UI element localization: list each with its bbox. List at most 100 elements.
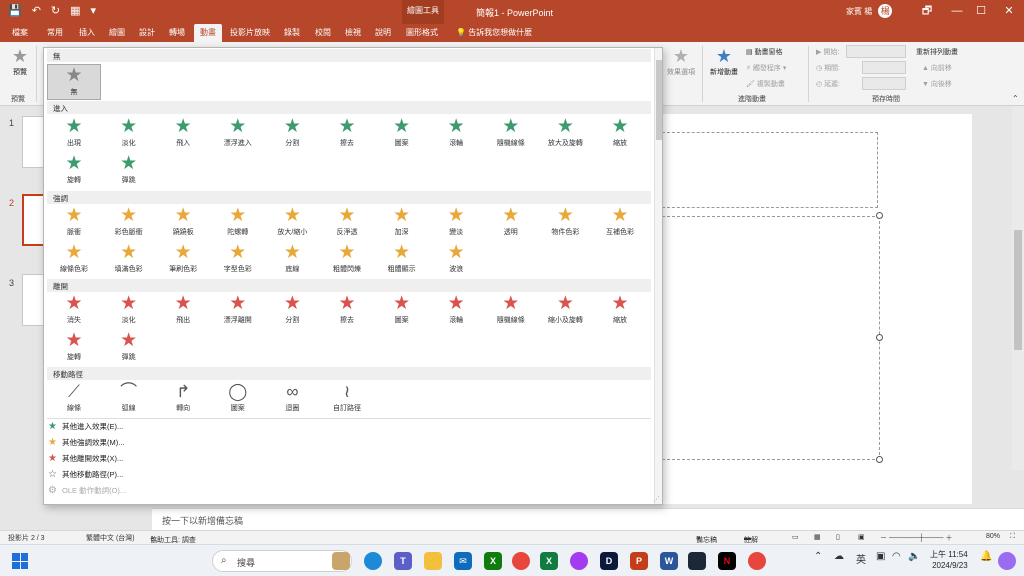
- tab-review[interactable]: 校閱: [310, 24, 336, 42]
- animation-option-emphasis[interactable]: ★ 變淡: [429, 205, 483, 243]
- animation-option-emphasis[interactable]: ★ 脈衝: [47, 205, 101, 243]
- taskbar-search[interactable]: ⌕ 搜尋: [212, 550, 352, 572]
- tab-design[interactable]: 設計: [134, 24, 160, 42]
- tab-help[interactable]: 說明: [370, 24, 396, 42]
- maximize-button[interactable]: ☐: [966, 0, 996, 24]
- undo-icon[interactable]: ↶: [32, 4, 41, 17]
- animation-option-entrance[interactable]: ★ 彈跳: [102, 153, 156, 191]
- taskbar-app-icon[interactable]: ▣: [876, 551, 885, 562]
- animation-painter-button[interactable]: 🖌 複製動畫: [746, 79, 785, 89]
- animation-option-exit[interactable]: ★ 淡化: [102, 293, 156, 331]
- preview-button[interactable]: ★ 預覽: [8, 46, 32, 77]
- move-earlier-button[interactable]: ▲ 向前移: [922, 63, 952, 73]
- account-area[interactable]: 家賓 楊 楊: [846, 4, 893, 18]
- animation-pane-button[interactable]: ▤ 動畫窗格: [746, 47, 783, 57]
- more-entrance-effects[interactable]: ★ 其他進入效果(E)...: [48, 421, 123, 435]
- tab-file[interactable]: 檔案: [6, 24, 34, 42]
- animation-option-path[interactable]: ⌒ 弧線: [102, 381, 156, 419]
- edge-icon[interactable]: [364, 552, 382, 570]
- gallery-scrollbar[interactable]: [654, 48, 662, 504]
- animation-option-path[interactable]: ⟋ 線條: [47, 381, 101, 419]
- animation-option-emphasis[interactable]: ★ 波浪: [429, 242, 483, 280]
- more-motion-paths[interactable]: ☆ 其他移動路徑(P)...: [48, 469, 123, 483]
- resize-handle[interactable]: [876, 212, 883, 219]
- move-later-button[interactable]: ▼ 向後移: [922, 79, 952, 89]
- collapse-ribbon-icon[interactable]: ⌃: [1012, 94, 1019, 103]
- copilot-icon[interactable]: [998, 552, 1016, 570]
- tab-view[interactable]: 檢視: [340, 24, 366, 42]
- animation-option-exit[interactable]: ★ 飛出: [156, 293, 210, 331]
- netflix-icon[interactable]: N: [718, 552, 736, 570]
- duration-input[interactable]: [862, 61, 906, 74]
- animation-option-emphasis[interactable]: ★ 透明: [484, 205, 538, 243]
- tray-overflow-icon[interactable]: ⌃: [814, 551, 822, 562]
- slideshow-view-icon[interactable]: ▣: [858, 533, 865, 541]
- animation-option-entrance[interactable]: ★ 擦去: [320, 116, 374, 154]
- notes-pane[interactable]: 按一下以新增備忘稿: [152, 508, 1024, 530]
- animation-option-emphasis[interactable]: ★ 底線: [265, 242, 319, 280]
- animation-option-exit[interactable]: ★ 漂浮離開: [211, 293, 265, 331]
- content-placeholder[interactable]: [662, 216, 880, 460]
- animation-option-emphasis[interactable]: ★ 加深: [375, 205, 429, 243]
- animation-option-exit[interactable]: ★ 旋轉: [47, 330, 101, 368]
- animation-option-entrance[interactable]: ★ 旋轉: [47, 153, 101, 191]
- animation-option-exit[interactable]: ★ 縮小及旋轉: [538, 293, 592, 331]
- avatar[interactable]: 楊: [878, 4, 893, 18]
- animation-option-path[interactable]: ↱ 轉向: [156, 381, 210, 419]
- animation-option-entrance[interactable]: ★ 漂浮進入: [211, 116, 265, 154]
- present-icon[interactable]: ▦: [70, 4, 80, 17]
- animation-option-emphasis[interactable]: ★ 粗體顯示: [375, 242, 429, 280]
- excel-icon[interactable]: X: [540, 552, 558, 570]
- tab-draw[interactable]: 繪圖: [104, 24, 130, 42]
- fit-slide-icon[interactable]: ⛶: [1010, 533, 1015, 541]
- more-exit-effects[interactable]: ★ 其他離開效果(X)...: [48, 453, 123, 467]
- title-placeholder[interactable]: [662, 132, 878, 208]
- animation-option-path[interactable]: ≀ 自訂路徑: [320, 381, 374, 419]
- animation-option-emphasis[interactable]: ★ 反淨透: [320, 205, 374, 243]
- animation-option-emphasis[interactable]: ★ 填滿色彩: [102, 242, 156, 280]
- animation-option-exit[interactable]: ★ 縮放: [593, 293, 647, 331]
- notification-bell-icon[interactable]: 🔔: [980, 551, 992, 562]
- add-animation-button[interactable]: ★ 新增動畫: [706, 46, 742, 77]
- tab-insert[interactable]: 插入: [74, 24, 100, 42]
- animation-option-exit[interactable]: ★ 消失: [47, 293, 101, 331]
- windows-start-icon[interactable]: [12, 553, 28, 569]
- xbox-icon[interactable]: X: [484, 552, 502, 570]
- effect-options-button[interactable]: ★ 效果選項: [664, 46, 698, 77]
- scrollbar-thumb[interactable]: [1014, 230, 1022, 350]
- reading-view-icon[interactable]: ▯: [836, 533, 840, 541]
- animation-option-emphasis[interactable]: ★ 字型色彩: [211, 242, 265, 280]
- messenger-icon[interactable]: [570, 552, 588, 570]
- delay-input[interactable]: [862, 77, 906, 90]
- tab-record[interactable]: 錄製: [278, 24, 306, 42]
- animation-option-emphasis[interactable]: ★ 線條色彩: [47, 242, 101, 280]
- animation-option-entrance[interactable]: ★ 滾輪: [429, 116, 483, 154]
- animation-option-emphasis[interactable]: ★ 放大/縮小: [265, 205, 319, 243]
- disney-plus-icon[interactable]: D: [600, 552, 618, 570]
- animation-option-entrance[interactable]: ★ 縮放: [593, 116, 647, 154]
- animation-option-exit[interactable]: ★ 分割: [265, 293, 319, 331]
- ole-action-verbs[interactable]: ⚙ OLE 動作動詞(O)...: [48, 485, 126, 499]
- zoom-slider[interactable]: － ──────┼──── ＋: [880, 533, 952, 543]
- animation-option-emphasis[interactable]: ★ 互補色彩: [593, 205, 647, 243]
- weather-icon[interactable]: ☁: [834, 551, 844, 562]
- powerpoint-icon[interactable]: P: [630, 552, 648, 570]
- customize-qat-icon[interactable]: ▾: [91, 4, 97, 17]
- save-icon[interactable]: 💾: [8, 4, 22, 17]
- resize-grip-icon[interactable]: ⋰: [653, 495, 660, 503]
- chrome-icon[interactable]: [512, 552, 530, 570]
- zoom-level[interactable]: 80%: [986, 533, 1000, 540]
- chrome-profile-icon[interactable]: [748, 552, 766, 570]
- animation-option-entrance[interactable]: ★ 淡化: [102, 116, 156, 154]
- animation-option-exit[interactable]: ★ 滾輪: [429, 293, 483, 331]
- steam-icon[interactable]: [688, 552, 706, 570]
- animation-option-entrance[interactable]: ★ 飛入: [156, 116, 210, 154]
- resize-handle[interactable]: [876, 334, 883, 341]
- word-icon[interactable]: W: [660, 552, 678, 570]
- animation-none-option[interactable]: ★ 無: [47, 64, 101, 100]
- animation-option-emphasis[interactable]: ★ 筆刷色彩: [156, 242, 210, 280]
- wifi-icon[interactable]: ◠: [892, 551, 901, 562]
- slide-canvas[interactable]: [662, 114, 972, 504]
- ime-indicator[interactable]: 英: [856, 551, 866, 566]
- animation-option-exit[interactable]: ★ 圖案: [375, 293, 429, 331]
